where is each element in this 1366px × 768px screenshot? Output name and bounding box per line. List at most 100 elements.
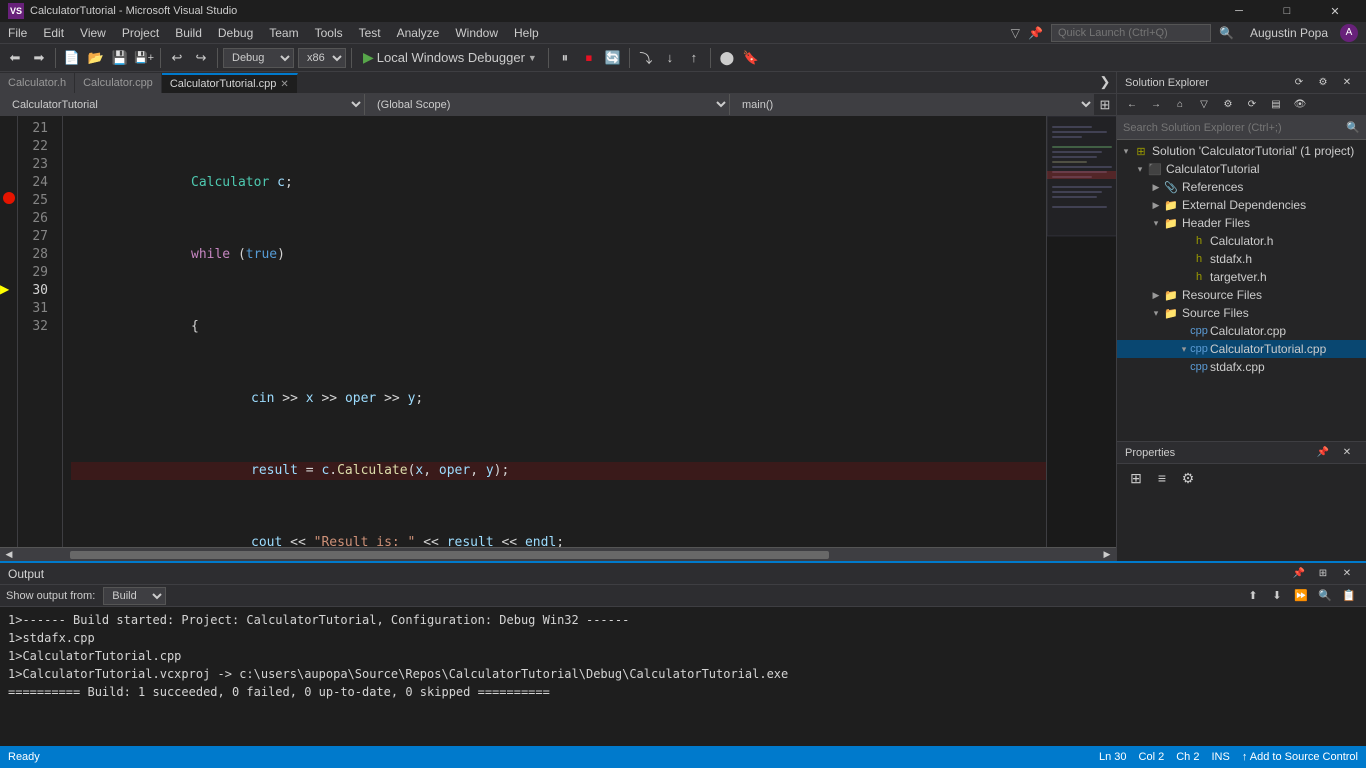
se-refresh-icon[interactable]: ⟳ — [1241, 94, 1263, 116]
status-source-control[interactable]: ↑ Add to Source Control — [1242, 751, 1358, 763]
se-collapse-icon[interactable]: ▤ — [1265, 94, 1287, 116]
tab-calculator-h[interactable]: Calculator.h — [0, 73, 75, 93]
pause-button[interactable]: ⏸ — [554, 47, 576, 69]
toolbar-sep-2 — [160, 48, 161, 68]
menu-edit[interactable]: Edit — [35, 22, 72, 44]
step-out-button[interactable]: ↑ — [683, 47, 705, 69]
tree-references[interactable]: ▶ 📎 References — [1117, 178, 1366, 196]
se-forward-icon[interactable]: → — [1145, 94, 1167, 116]
show-output-from-select[interactable]: Build Debug — [103, 587, 166, 605]
tree-stdafx-h[interactable]: ▶ h stdafx.h — [1117, 250, 1366, 268]
save-all-button[interactable]: 💾+ — [133, 47, 155, 69]
scope-select-left[interactable]: CalculatorTutorial — [0, 94, 365, 115]
tree-external-deps[interactable]: ▶ 📁 External Dependencies — [1117, 196, 1366, 214]
restart-button[interactable]: 🔄 — [602, 47, 624, 69]
step-into-button[interactable]: ↓ — [659, 47, 681, 69]
se-close-button[interactable]: ✕ — [1336, 72, 1358, 94]
properties-toolbar: ⊞ ≡ ⚙ — [1117, 464, 1366, 492]
output-pin-button[interactable]: 📌 — [1288, 563, 1310, 585]
prop-props-icon[interactable]: ⚙ — [1177, 467, 1199, 489]
code-editor[interactable]: ▶ 21 22 23 24 25 26 27 28 29 30 31 32 — [0, 116, 1116, 547]
code-content[interactable]: Calculator c; while (true) { cin >> x >>… — [63, 116, 1046, 547]
tree-calculator-cpp[interactable]: ▶ cpp Calculator.cpp — [1117, 322, 1366, 340]
se-settings-icon[interactable]: ⚙ — [1217, 94, 1239, 116]
line-num-22: 22 — [18, 138, 54, 156]
new-project-button[interactable]: 📄 — [61, 47, 83, 69]
save-button[interactable]: 💾 — [109, 47, 131, 69]
ext-deps-expand-icon: ▶ — [1149, 200, 1163, 211]
prop-grid-icon[interactable]: ⊞ — [1125, 467, 1147, 489]
cpp-file-icon-2: cpp — [1191, 341, 1207, 357]
output-btn-2[interactable]: ⬇ — [1266, 585, 1288, 607]
step-over-button[interactable]: ⤵ — [635, 47, 657, 69]
calculatortutorial-cpp-expand-icon: ▾ — [1177, 344, 1191, 355]
stop-button[interactable]: ⏹ — [578, 47, 600, 69]
debug-config-select[interactable]: Debug Release — [223, 48, 294, 68]
scope-select-middle[interactable]: (Global Scope) — [365, 94, 730, 115]
se-back-icon[interactable]: ← — [1121, 94, 1143, 116]
scroll-thumb[interactable] — [70, 551, 829, 559]
se-search-input[interactable] — [1123, 122, 1342, 134]
se-home-icon[interactable]: ⌂ — [1169, 94, 1191, 116]
scope-select-right[interactable]: main() — [730, 94, 1094, 115]
breakpoint-dot[interactable] — [3, 192, 15, 204]
tree-targetver-h[interactable]: ▶ h targetver.h — [1117, 268, 1366, 286]
se-filter-icon[interactable]: ▽ — [1193, 94, 1215, 116]
maximize-button[interactable]: □ — [1264, 0, 1310, 22]
solution-explorer-search[interactable]: 🔍 — [1117, 116, 1366, 140]
output-btn-1[interactable]: ⬆ — [1242, 585, 1264, 607]
menu-help[interactable]: Help — [506, 22, 547, 44]
back-button[interactable]: ⬅ — [4, 47, 26, 69]
prop-pin-button[interactable]: 📌 — [1312, 442, 1334, 464]
tree-solution[interactable]: ▾ ⊞ Solution 'CalculatorTutorial' (1 pro… — [1117, 142, 1366, 160]
menu-project[interactable]: Project — [114, 22, 167, 44]
menu-file[interactable]: File — [0, 22, 35, 44]
breakpoints-button[interactable]: ⬤ — [716, 47, 738, 69]
open-button[interactable]: 📂 — [85, 47, 107, 69]
tree-source-files[interactable]: ▾ 📁 Source Files — [1117, 304, 1366, 322]
output-btn-3[interactable]: ⏩ — [1290, 585, 1312, 607]
tree-header-files[interactable]: ▾ 📁 Header Files — [1117, 214, 1366, 232]
forward-button[interactable]: ➡ — [28, 47, 50, 69]
tree-stdafx-cpp[interactable]: ▶ cpp stdafx.cpp — [1117, 358, 1366, 376]
tree-resource-files[interactable]: ▶ 📁 Resource Files — [1117, 286, 1366, 304]
se-sync-button[interactable]: ⟳ — [1288, 72, 1310, 94]
menu-tools[interactable]: Tools — [307, 22, 351, 44]
tab-calculator-cpp[interactable]: Calculator.cpp — [75, 73, 162, 93]
prop-close-button[interactable]: ✕ — [1336, 442, 1358, 464]
se-show-all-icon[interactable]: 👁 — [1289, 94, 1311, 116]
output-btn-4[interactable]: 🔍 — [1314, 585, 1336, 607]
menu-team[interactable]: Team — [261, 22, 306, 44]
prop-list-icon[interactable]: ≡ — [1151, 467, 1173, 489]
tree-project[interactable]: ▾ ⬛ CalculatorTutorial — [1117, 160, 1366, 178]
output-btn-5[interactable]: 📋 — [1338, 585, 1360, 607]
output-float-button[interactable]: ⊞ — [1312, 563, 1334, 585]
tree-calculator-h[interactable]: ▶ h Calculator.h — [1117, 232, 1366, 250]
bookmark-button[interactable]: 🔖 — [740, 47, 762, 69]
minimize-button[interactable]: ─ — [1216, 0, 1262, 22]
menu-window[interactable]: Window — [447, 22, 506, 44]
horizontal-scrollbar[interactable]: ◀ ▶ — [0, 547, 1116, 561]
menu-view[interactable]: View — [72, 22, 114, 44]
se-properties-button[interactable]: ⚙ — [1312, 72, 1334, 94]
menu-analyze[interactable]: Analyze — [389, 22, 448, 44]
menu-debug[interactable]: Debug — [210, 22, 261, 44]
scroll-track[interactable] — [16, 551, 1100, 559]
tree-calculatortutorial-cpp[interactable]: ▾ cpp CalculatorTutorial.cpp — [1117, 340, 1366, 358]
menu-build[interactable]: Build — [167, 22, 210, 44]
quick-launch-input[interactable] — [1051, 24, 1211, 42]
tab-close-icon[interactable]: ✕ — [280, 79, 288, 90]
ext-deps-label: External Dependencies — [1182, 198, 1306, 212]
split-editor-button[interactable]: ⊞ — [1094, 94, 1116, 116]
redo-button[interactable]: ↪ — [190, 47, 212, 69]
undo-button[interactable]: ↩ — [166, 47, 188, 69]
menu-bar: File Edit View Project Build Debug Team … — [0, 22, 1366, 44]
tab-calculatortutorial-cpp[interactable]: CalculatorTutorial.cpp ✕ — [162, 73, 298, 93]
close-button[interactable]: ✕ — [1312, 0, 1358, 22]
platform-select[interactable]: x86 x64 — [298, 48, 346, 68]
minimap — [1046, 116, 1116, 547]
tab-scroll-right[interactable]: ❯ — [1094, 72, 1116, 93]
menu-test[interactable]: Test — [351, 22, 389, 44]
output-close-button[interactable]: ✕ — [1336, 563, 1358, 585]
start-debugging-button[interactable]: ▶ Local Windows Debugger ▼ — [357, 47, 543, 68]
